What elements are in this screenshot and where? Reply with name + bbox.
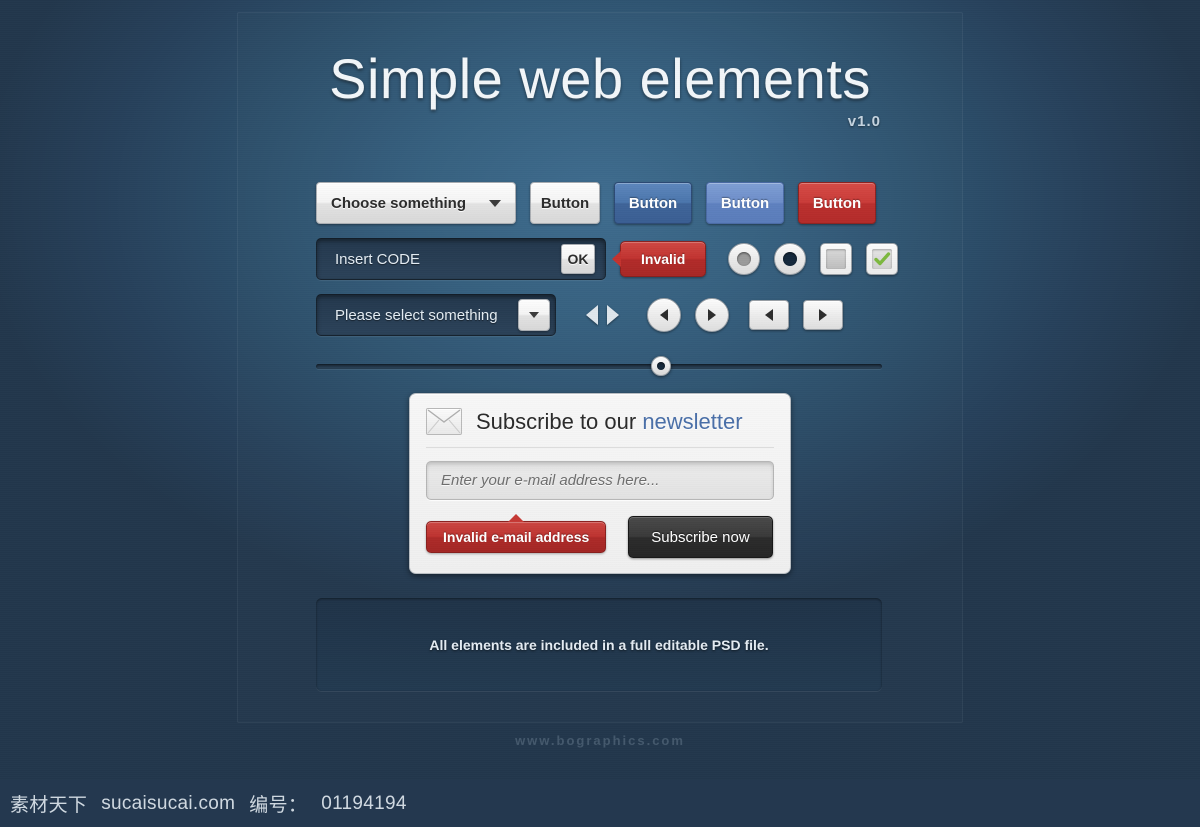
slider-handle[interactable] <box>651 356 672 376</box>
caret-down-icon <box>489 199 501 207</box>
radio-dot-icon <box>737 252 752 266</box>
select-choose-something[interactable]: Choose something <box>316 182 516 224</box>
radio-unselected[interactable] <box>728 243 761 275</box>
button-red-label: Button <box>812 194 862 212</box>
button-blue-light[interactable]: Button <box>706 182 784 224</box>
subscribe-now-button[interactable]: Subscribe now <box>628 516 773 558</box>
stock-id-value: 01194194 <box>321 792 407 814</box>
subscribe-panel: Subscribe to our newsletter Enter your e… <box>409 393 791 574</box>
triangle-left-icon <box>660 309 668 321</box>
caret-down-icon <box>529 312 539 318</box>
triangle-right-icon <box>819 309 827 321</box>
invalid-tooltip: Invalid <box>611 241 707 277</box>
version-label: v1.0 <box>847 112 881 130</box>
select-choose-label: Choose something <box>331 194 467 212</box>
select-dropdown-button[interactable] <box>518 299 550 331</box>
radio-dot-icon <box>783 252 798 266</box>
button-blue-dark-label: Button <box>628 194 678 212</box>
ok-button-label: OK <box>567 251 589 267</box>
checkbox-unchecked[interactable] <box>820 243 853 275</box>
button-blue-dark[interactable]: Button <box>614 182 692 224</box>
triangle-left-icon <box>765 309 773 321</box>
envelope-icon <box>426 408 462 435</box>
code-input-value: Insert CODE <box>335 250 421 268</box>
email-input-placeholder: Enter your e-mail address here... <box>441 472 660 489</box>
checkbox-inner <box>826 249 847 269</box>
button-red[interactable]: Button <box>798 182 876 224</box>
slider-track[interactable] <box>316 364 882 369</box>
subscribe-title-accent: newsletter <box>642 408 743 434</box>
select-please-value: Please select something <box>335 306 498 324</box>
checkbox-checked[interactable] <box>866 243 899 275</box>
note-text: All elements are included in a full edit… <box>429 636 769 653</box>
rect-arrow-right-icon[interactable] <box>803 300 843 330</box>
site-watermark: www.bographics.com <box>515 733 685 748</box>
invalid-tooltip-label: Invalid <box>641 251 686 267</box>
select-please-select-something[interactable]: Please select something <box>316 294 556 336</box>
subscribe-title-prefix: Subscribe to our <box>476 408 643 434</box>
subscribe-title: Subscribe to our newsletter <box>476 409 743 435</box>
slider[interactable] <box>316 356 882 376</box>
title-block: Simple web elements v1.0 <box>237 47 963 130</box>
stock-id-label: 编号： <box>249 795 308 816</box>
controls-row-select: Please select something <box>316 294 843 336</box>
triangle-left-icon[interactable] <box>586 305 598 325</box>
checkbox-inner <box>872 249 893 269</box>
subscribe-footer: Invalid e-mail address Subscribe now <box>426 514 774 558</box>
stock-brand: 素材天下 <box>10 795 88 816</box>
controls-row-buttons: Choose something Button Button Button Bu… <box>316 182 876 224</box>
stock-domain: sucaisucai.com <box>101 792 236 814</box>
button-plain-label: Button <box>540 194 590 212</box>
check-icon <box>874 252 891 266</box>
triangle-right-icon[interactable] <box>607 305 619 325</box>
button-plain[interactable]: Button <box>530 182 600 224</box>
button-blue-light-label: Button <box>720 194 770 212</box>
rect-arrow-left-icon[interactable] <box>749 300 789 330</box>
triangle-right-icon <box>708 309 716 321</box>
code-input[interactable]: Insert CODE OK <box>316 238 606 280</box>
email-input[interactable]: Enter your e-mail address here... <box>426 461 774 500</box>
email-error-label: Invalid e-mail address <box>443 529 590 545</box>
email-error-badge: Invalid e-mail address <box>426 514 607 553</box>
page-title: Simple web elements <box>329 47 871 110</box>
note-box: All elements are included in a full edit… <box>316 598 882 691</box>
flat-arrow-group <box>586 305 619 325</box>
controls-row-input: Insert CODE OK Invalid <box>316 238 899 280</box>
circle-arrow-left-icon[interactable] <box>647 298 681 332</box>
radio-selected[interactable] <box>774 243 807 275</box>
ok-button[interactable]: OK <box>561 244 595 274</box>
subscribe-header: Subscribe to our newsletter <box>426 408 774 448</box>
subscribe-now-label: Subscribe now <box>651 528 750 546</box>
circle-arrow-right-icon[interactable] <box>695 298 729 332</box>
app-background: Simple web elements v1.0 Choose somethin… <box>0 0 1200 780</box>
stock-site-bar: 素材天下 sucaisucai.com 编号： 01194194 <box>0 780 1200 827</box>
